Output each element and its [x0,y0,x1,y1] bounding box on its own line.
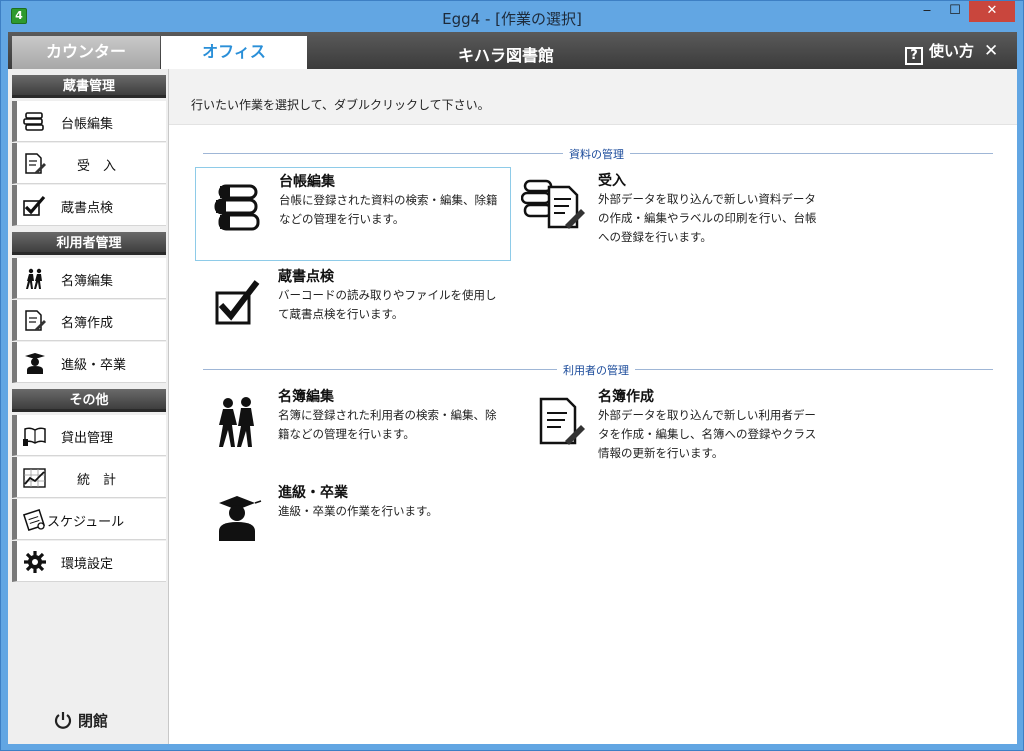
sidebar-section-title: その他 [12,389,166,412]
gear-icon [24,551,46,573]
sidebar-item-meibo-create[interactable]: 名簿作成 [12,300,166,341]
sidebar-item-label: 蔵書点検 [61,201,114,216]
instruction-text: 行いたい作業を選択して、ダブルクリックして下さい。 [191,98,490,112]
document-pen-icon [539,397,585,445]
task-title: 進級・卒業 [278,485,348,501]
sidebar-item-label: 統 計 [77,473,117,488]
client-area: カウンター オフィス キハラ図書館 ? 使い方 ✕ 蔵書管理 台帳編集 受 入 … [8,32,1017,744]
task-description: 台帳に登録された資料の検索・編集、除籍などの管理を行います。 [279,193,498,226]
checkmark-icon [23,195,46,216]
sidebar-item-daicho-edit[interactable]: 台帳編集 [12,101,166,142]
main-panel: 行いたい作業を選択して、ダブルクリックして下さい。 資料の管理 台帳編集 台帳に… [169,69,1017,744]
sidebar: 蔵書管理 台帳編集 受 入 蔵書点検 利用者管理 名簿編集 名簿作成 進級・卒業… [8,69,169,744]
books-icon [23,112,44,131]
task-description: バーコードの読み取りやファイルを使用して蔵書点検を行います。 [278,288,497,321]
instruction-bar: 行いたい作業を選択して、ダブルクリックして下さい。 [169,69,1017,125]
sidebar-section-title: 利用者管理 [12,232,166,255]
app-window: 4 Egg4 - [作業の選択] ‒ ☐ ✕ カウンター オフィス キハラ図書館… [0,0,1024,751]
tab-office[interactable]: オフィス [161,36,307,69]
sidebar-item-zousho-tenken[interactable]: 蔵書点検 [12,185,166,226]
task-title: 台帳編集 [279,174,335,190]
task-ukeire[interactable]: 受入 外部データを取り込んで新しい資料データの作成・編集やラベルの印刷を行い、台… [515,167,831,261]
sidebar-item-label: スケジュール [47,515,125,530]
minimize-button[interactable]: ‒ [913,1,941,22]
window-close-button[interactable]: ✕ [969,1,1015,22]
task-description: 外部データを取り込んで新しい資料データの作成・編集やラベルの印刷を行い、台帳への… [598,192,817,244]
window-title: Egg4 - [作業の選択] [442,10,582,28]
people-walking-icon [26,268,42,289]
task-meibo-edit[interactable]: 名簿編集 名簿に登録された利用者の検索・編集、除籍などの管理を行います。 [195,383,511,473]
sidebar-item-label: 名簿作成 [61,316,114,331]
sidebar-item-ukeire[interactable]: 受 入 [12,143,166,184]
sidebar-item-label: 名簿編集 [61,274,114,289]
section-title-riyousha: 利用者の管理 [557,362,635,378]
task-title: 蔵書点検 [278,269,334,285]
task-title: 名簿編集 [278,389,334,405]
sidebar-item-tokei[interactable]: 統 計 [12,457,166,498]
close-library-label: 閉館 [78,712,109,730]
task-description: 名簿に登録された利用者の検索・編集、除籍などの管理を行います。 [278,408,497,441]
sidebar-item-settings[interactable]: 環境設定 [12,541,166,582]
help-icon: ? [905,47,923,65]
chart-icon [23,468,46,488]
sidebar-item-kashidashi[interactable]: 貸出管理 [12,415,166,456]
maximize-button[interactable]: ☐ [941,1,969,22]
task-zousho-tenken[interactable]: 蔵書点検 バーコードの読み取りやファイルを使用して蔵書点検を行います。 [195,263,511,351]
title-bar[interactable]: 4 Egg4 - [作業の選択] ‒ ☐ ✕ [1,1,1023,32]
section-title-shiryo: 資料の管理 [563,146,630,162]
books-document-icon [521,179,585,229]
books-icon [214,184,260,231]
calendar-icon [23,509,46,531]
header-close-button[interactable]: ✕ [984,41,998,61]
library-name: キハラ図書館 [457,46,554,65]
header-bar: カウンター オフィス キハラ図書館 ? 使い方 ✕ [8,32,1017,69]
document-pen-icon [25,310,46,331]
sidebar-item-label: 受 入 [77,159,117,174]
help-button[interactable]: ? 使い方 [905,40,975,65]
task-daicho-edit[interactable]: 台帳編集 台帳に登録された資料の検索・編集、除籍などの管理を行います。 [195,167,511,261]
task-description: 外部データを取り込んで新しい利用者データを作成・編集し、名簿への登録やクラス情報… [598,408,817,460]
task-title: 名簿作成 [598,389,654,405]
sidebar-item-label: 環境設定 [61,557,114,572]
sidebar-item-schedule[interactable]: スケジュール [12,499,166,540]
checkmark-icon [215,280,260,325]
graduate-icon [219,496,262,541]
task-shinkyu-sotsugyo[interactable]: 進級・卒業 進級・卒業の作業を行います。 [195,479,511,569]
tab-counter[interactable]: カウンター [12,36,160,69]
sidebar-item-label: 進級・卒業 [61,358,127,373]
help-label: 使い方 [929,42,975,60]
sidebar-item-label: 台帳編集 [61,117,114,132]
sidebar-section-title: 蔵書管理 [12,75,166,98]
task-meibo-create[interactable]: 名簿作成 外部データを取り込んで新しい利用者データを作成・編集し、名簿への登録や… [515,383,831,473]
people-walking-icon [219,397,254,447]
close-library-button[interactable]: 閉館 [54,710,108,731]
sidebar-item-meibo-edit[interactable]: 名簿編集 [12,258,166,299]
task-description: 進級・卒業の作業を行います。 [278,504,438,518]
sidebar-item-label: 貸出管理 [61,431,114,446]
graduate-icon [25,353,45,374]
book-hand-icon [23,427,46,446]
task-title: 受入 [598,173,626,189]
document-pen-icon [25,153,46,174]
sidebar-item-shinkyu-sotsugyo[interactable]: 進級・卒業 [12,342,166,383]
power-icon [54,712,72,729]
